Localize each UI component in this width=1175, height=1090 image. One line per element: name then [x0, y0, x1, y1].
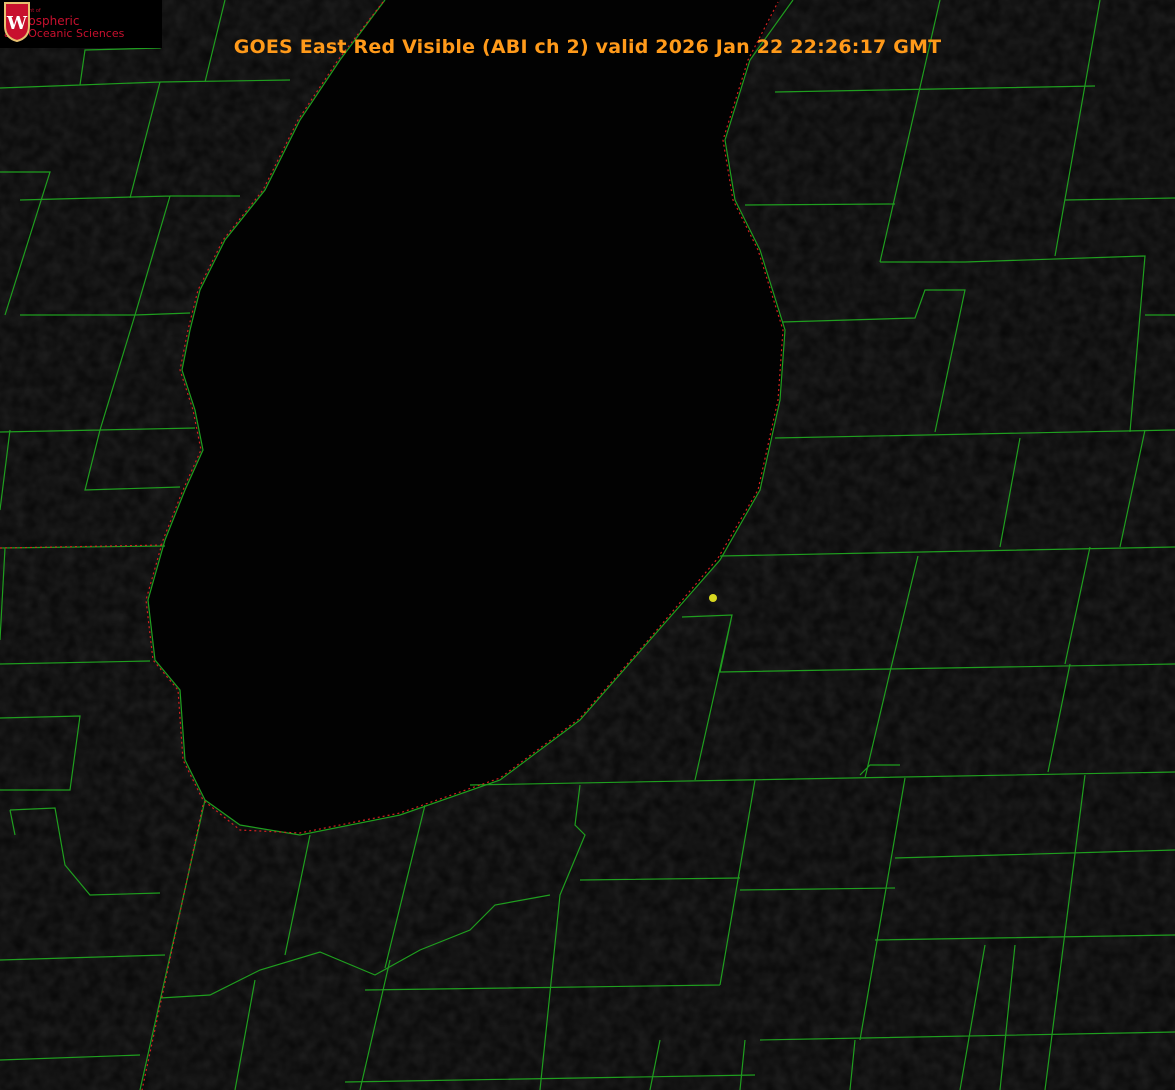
image-title: GOES East Red Visible (ABI ch 2) valid 2…	[233, 36, 942, 58]
svg-text:W: W	[6, 13, 28, 34]
station-dot-icon	[709, 594, 717, 602]
satellite-map: W Department of Atmospheric and Oceanic …	[0, 0, 1175, 1090]
map-canvas	[0, 0, 1175, 1090]
